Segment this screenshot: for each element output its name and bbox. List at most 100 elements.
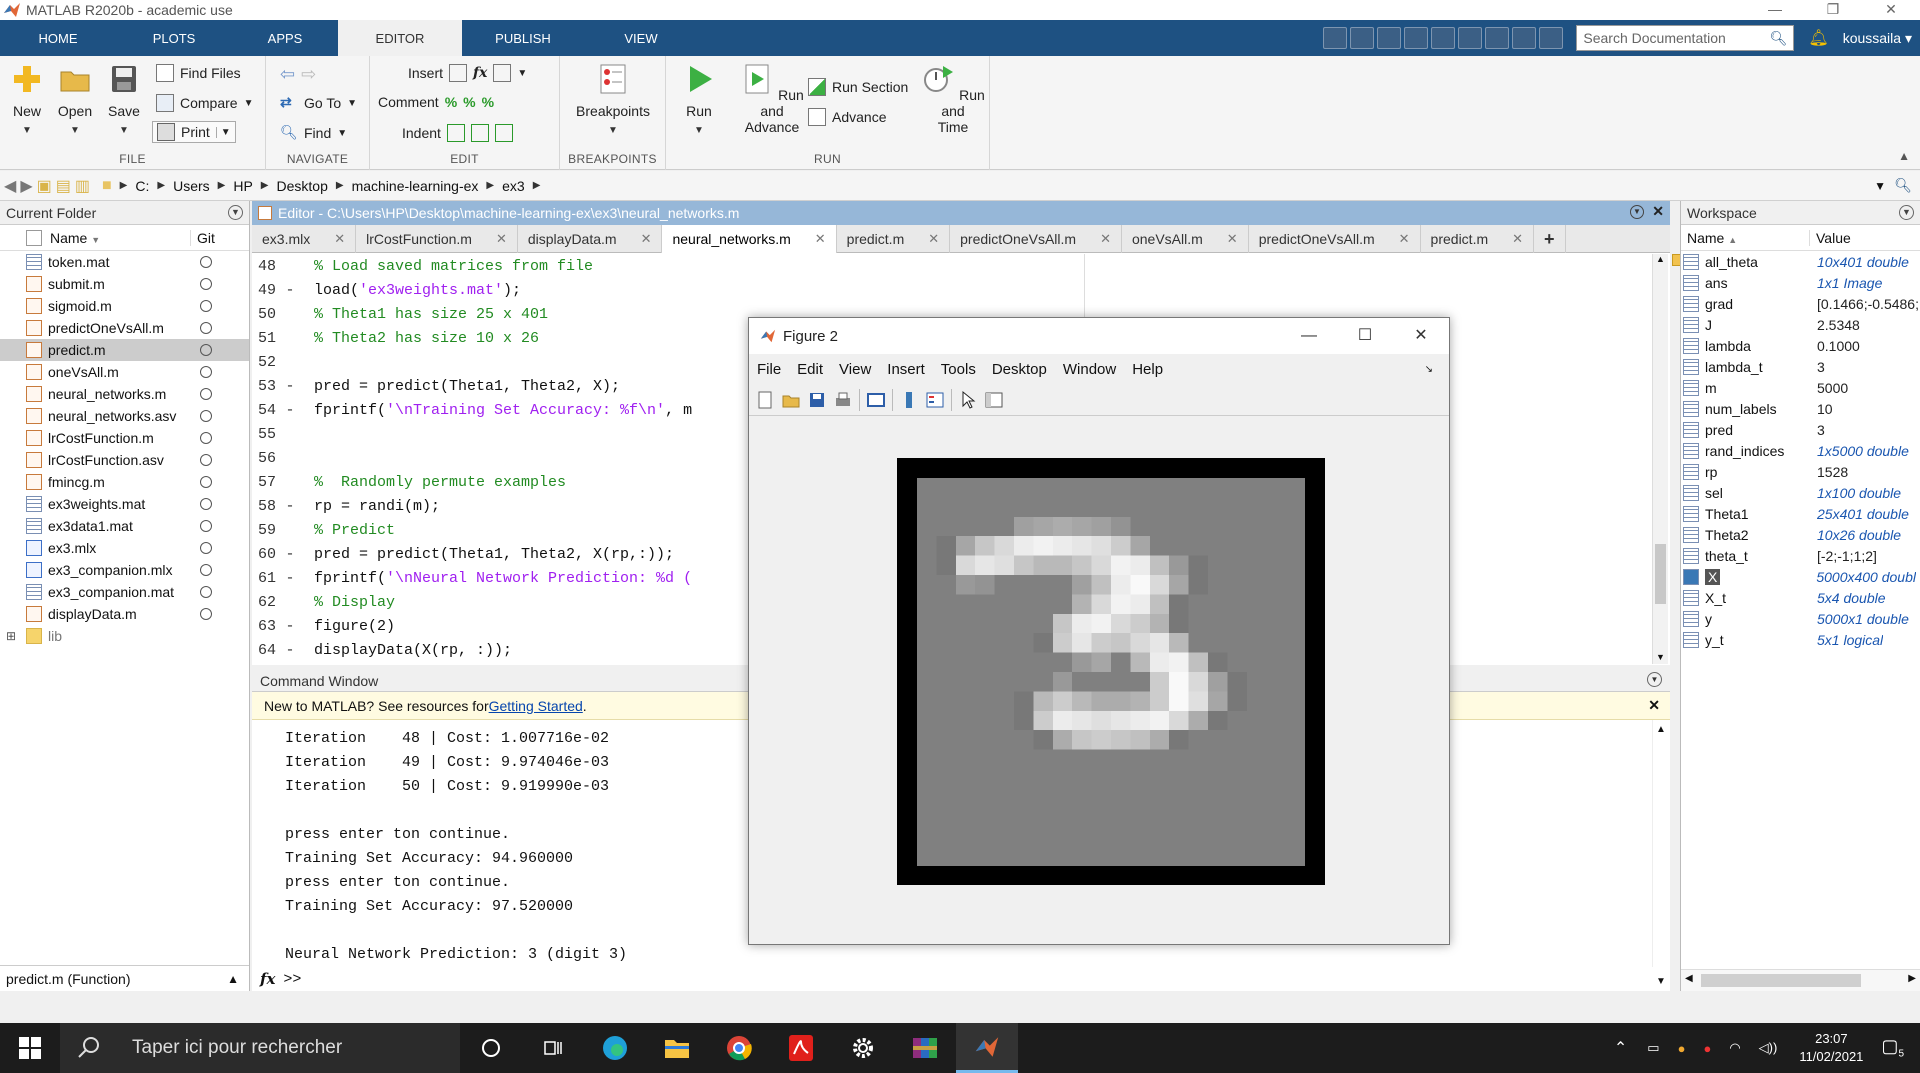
line-number[interactable]: 61	[252, 570, 276, 587]
file-row[interactable]: ⊞ lib	[0, 625, 249, 647]
menu-desktop[interactable]: Desktop	[984, 361, 1055, 378]
breakpoints-button[interactable]: Breakpoints ▼	[568, 62, 658, 136]
file-row[interactable]: neural_networks.asv	[0, 405, 249, 427]
variable-row[interactable]: num_labels 10	[1681, 398, 1920, 419]
file-row[interactable]: token.mat	[0, 251, 249, 273]
variable-row[interactable]: X 5000x400 doubl	[1681, 566, 1920, 587]
scroll-down-icon[interactable]: ▼	[1656, 652, 1665, 662]
file-row[interactable]: ex3weights.mat	[0, 493, 249, 515]
tab-view[interactable]: VIEW	[584, 20, 698, 56]
ws-value-column-header[interactable]: Value	[1809, 229, 1851, 246]
expand-folder-icon[interactable]: ⊞	[6, 629, 16, 643]
close-tab-icon[interactable]: ✕	[334, 231, 345, 247]
command-window-actions-icon[interactable]: ▼	[1647, 672, 1662, 687]
workspace-actions-icon[interactable]: ▼	[1899, 205, 1914, 220]
add-tab-button[interactable]: +	[1534, 225, 1566, 253]
cortana-button[interactable]	[460, 1023, 522, 1073]
user-account-menu[interactable]: koussaila ▾	[1843, 30, 1912, 47]
run-and-time-button[interactable]: Run and Time	[920, 62, 986, 135]
volume-icon[interactable]: ◁))	[1759, 1040, 1778, 1056]
tab-plots[interactable]: PLOTS	[116, 20, 232, 56]
menu-view[interactable]: View	[831, 361, 879, 378]
notifications-icon[interactable]: ▢5	[1881, 1036, 1904, 1060]
scroll-right-icon[interactable]: ▶	[1908, 973, 1916, 984]
variable-row[interactable]: m 5000	[1681, 377, 1920, 398]
getting-started-link[interactable]: Getting Started	[489, 698, 583, 714]
file-row[interactable]: oneVsAll.m	[0, 361, 249, 383]
variable-row[interactable]: lambda_t 3	[1681, 356, 1920, 377]
breakpoint-marker[interactable]: -	[276, 402, 304, 419]
address-dropdown-icon[interactable]: ▼	[1874, 179, 1886, 193]
search-documentation-input[interactable]: Search Documentation 🔍︎	[1576, 25, 1795, 51]
run-and-advance-button[interactable]: Run and Advance	[734, 62, 810, 135]
digit-image-axes[interactable]	[897, 458, 1325, 885]
print-figure-icon[interactable]	[833, 390, 853, 410]
search-icon[interactable]: 🔍︎	[1770, 30, 1788, 47]
git-column-header[interactable]: Git	[190, 229, 215, 246]
name-column-header[interactable]: Name ▼	[50, 230, 190, 246]
file-row[interactable]: displayData.m	[0, 603, 249, 625]
breadcrumb-machine-learning-ex[interactable]: machine-learning-ex	[352, 178, 479, 194]
variable-row[interactable]: grad [0.1466;-0.5486;	[1681, 293, 1920, 314]
editor-tab[interactable]: displayData.m ✕	[518, 225, 663, 253]
workspace-hscrollbar[interactable]: ◀ ▶	[1681, 969, 1920, 991]
paste-icon[interactable]	[1404, 27, 1429, 49]
variable-row[interactable]: J 2.5348	[1681, 314, 1920, 335]
breadcrumb-users[interactable]: Users	[173, 178, 210, 194]
antivirus-tray-icon[interactable]: ●	[1703, 1041, 1711, 1056]
breakpoint-marker[interactable]: -	[276, 546, 304, 563]
notification-bell-icon[interactable]: 🔔︎	[1808, 28, 1828, 48]
editor-tab[interactable]: predictOneVsAll.m ✕	[1249, 225, 1421, 253]
menu-edit[interactable]: Edit	[789, 361, 831, 378]
breakpoint-marker[interactable]: -	[276, 618, 304, 635]
forward-folder-arrow-icon[interactable]: ▶	[20, 176, 32, 196]
ws-name-column-header[interactable]: Name ▲	[1681, 230, 1809, 246]
editor-tab[interactable]: predict.m ✕	[1421, 225, 1535, 253]
go-to-button[interactable]: ⇄ Go To ▼	[280, 94, 357, 112]
settings-button[interactable]	[832, 1023, 894, 1073]
clock[interactable]: 23:07 11/02/2021	[1799, 1030, 1863, 1066]
save-all-icon[interactable]	[1323, 27, 1348, 49]
hscroll-thumb[interactable]	[1701, 974, 1861, 987]
new-figure-icon[interactable]	[755, 390, 775, 410]
quick-access-menu-icon[interactable]	[1539, 27, 1564, 49]
legend-icon[interactable]	[925, 390, 945, 410]
increase-indent-icon[interactable]	[470, 124, 489, 142]
collapse-toolstrip-icon[interactable]: ▲	[1898, 149, 1910, 163]
line-number[interactable]: 64	[252, 642, 276, 659]
figure-close-button[interactable]: ✕	[1393, 318, 1449, 354]
function-browser-fx-icon[interactable]: fx	[260, 970, 275, 988]
close-tab-icon[interactable]: ✕	[1100, 231, 1111, 247]
smart-indent-icon[interactable]	[446, 124, 465, 142]
open-file-icon[interactable]	[781, 390, 801, 410]
windows-start-button[interactable]	[0, 1023, 60, 1073]
figure-minimize-button[interactable]: —	[1281, 318, 1337, 354]
maximize-button[interactable]: ❐	[1804, 0, 1862, 20]
variable-row[interactable]: pred 3	[1681, 419, 1920, 440]
back-folder-arrow-icon[interactable]: ◀	[4, 176, 16, 196]
edit-plot-pointer-icon[interactable]	[958, 390, 978, 410]
run-section-button[interactable]: Run Section	[808, 78, 908, 96]
breadcrumb-hp[interactable]: HP	[233, 178, 252, 194]
line-number[interactable]: 49	[252, 282, 276, 299]
close-tab-icon[interactable]: ✕	[1512, 231, 1523, 247]
scroll-up-icon[interactable]: ▲	[1656, 254, 1665, 264]
comment-button[interactable]: Comment % % %	[378, 94, 494, 110]
variable-row[interactable]: y 5000x1 double	[1681, 608, 1920, 629]
file-explorer-button[interactable]	[646, 1023, 708, 1073]
editor-tab[interactable]: ex3.mlx ✕	[252, 225, 357, 253]
cut-icon[interactable]	[1350, 27, 1375, 49]
tab-apps[interactable]: APPS	[232, 20, 338, 56]
file-row[interactable]: ex3_companion.mlx	[0, 559, 249, 581]
up-folder-icon[interactable]: ▣	[37, 176, 52, 196]
breadcrumb-ex3[interactable]: ex3	[502, 178, 525, 194]
expand-details-icon[interactable]: ▲	[227, 972, 239, 986]
taskbar-search-box[interactable]: Taper ici pour rechercher	[60, 1023, 460, 1073]
insert-function-fx-icon[interactable]: fx	[473, 65, 487, 81]
tab-publish[interactable]: PUBLISH	[462, 20, 584, 56]
menu-window[interactable]: Window	[1055, 361, 1124, 378]
code-line[interactable]: 48 % Load saved matrices from file	[252, 254, 1652, 278]
scroll-down-icon[interactable]: ▼	[1656, 976, 1666, 987]
line-number[interactable]: 52	[252, 354, 276, 371]
variable-row[interactable]: rand_indices 1x5000 double	[1681, 440, 1920, 461]
